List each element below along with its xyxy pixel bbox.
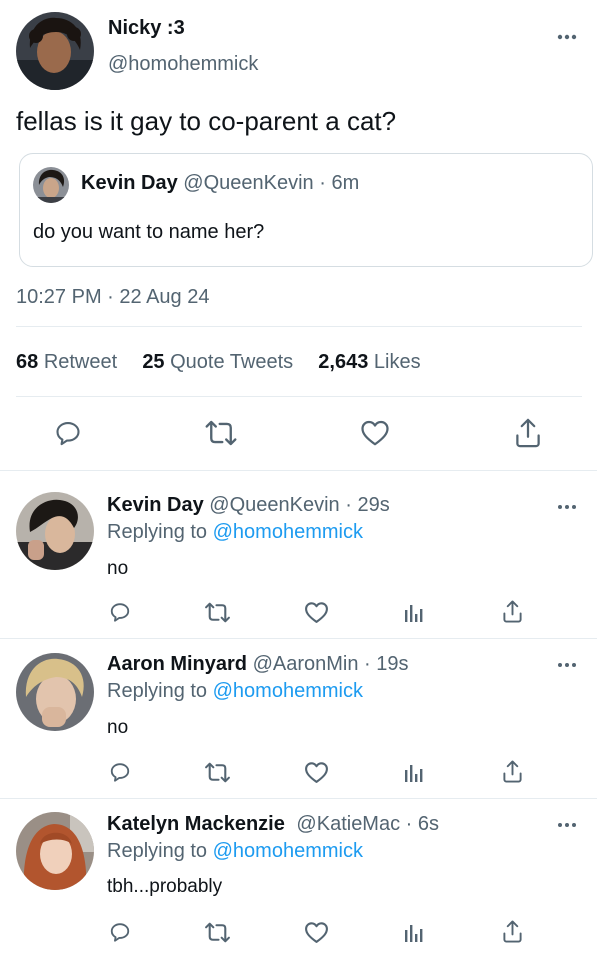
replying-to-label: Replying to — [107, 521, 208, 543]
retweets-count: 68 — [16, 351, 39, 373]
divider — [0, 470, 597, 471]
quoted-time: 6m — [331, 172, 360, 194]
reply-dot-separator: · — [358, 653, 377, 675]
main-author-name[interactable]: Nicky :3 — [108, 17, 185, 40]
share-icon[interactable] — [502, 760, 523, 783]
reply-icon[interactable] — [53, 419, 83, 447]
main-author-handle[interactable]: @homohemmick — [108, 53, 258, 76]
reply-author-handle[interactable]: @AaronMin — [253, 653, 359, 675]
tweet-timestamp[interactable]: 10:27 PM · 22 Aug 24 — [16, 286, 209, 309]
replying-to-handle[interactable]: @homohemmick — [213, 840, 363, 862]
like-icon[interactable] — [304, 921, 329, 944]
reply-author-avatar[interactable] — [16, 653, 94, 731]
quotes-stat[interactable]: 25 Quote Tweets — [142, 351, 293, 373]
reply-author-handle[interactable]: @QueenKevin — [209, 494, 339, 516]
divider — [16, 396, 582, 397]
more-options-icon[interactable] — [556, 661, 578, 669]
retweets-stat[interactable]: 68 Retweet — [16, 351, 117, 373]
share-icon[interactable] — [502, 920, 523, 943]
likes-count: 2,643 — [318, 351, 369, 373]
share-icon[interactable] — [502, 600, 523, 623]
replying-to-handle[interactable]: @homohemmick — [213, 680, 363, 702]
reply-text: no — [107, 558, 129, 579]
reply-icon[interactable] — [108, 601, 132, 623]
reply-time[interactable]: 6s — [418, 813, 439, 835]
retweets-label: Retweet — [43, 351, 118, 373]
retweet-icon[interactable] — [204, 420, 238, 446]
like-icon[interactable] — [360, 419, 390, 447]
divider — [16, 326, 582, 327]
main-author-avatar[interactable] — [16, 12, 94, 90]
reply-time[interactable]: 19s — [376, 653, 408, 675]
quoted-author-avatar — [33, 167, 69, 203]
main-tweet-text: fellas is it gay to co-parent a cat? — [16, 106, 397, 136]
reply-text: tbh...probably — [107, 876, 223, 897]
likes-label: Likes — [373, 351, 421, 373]
replying-to-label: Replying to — [107, 840, 208, 862]
analytics-icon[interactable] — [404, 921, 424, 943]
quoted-dot-separator: · — [313, 172, 332, 194]
like-icon[interactable] — [304, 761, 329, 784]
reply-author-name[interactable]: Kevin Day — [107, 494, 204, 516]
reply-time[interactable]: 29s — [357, 494, 389, 516]
reply-author-avatar[interactable] — [16, 492, 94, 570]
retweet-icon[interactable] — [204, 602, 231, 623]
retweet-icon[interactable] — [204, 922, 231, 943]
likes-stat[interactable]: 2,643 Likes — [318, 351, 420, 373]
quotes-label: Quote Tweets — [170, 351, 294, 373]
retweet-icon[interactable] — [204, 762, 231, 783]
reply-dot-separator: · — [339, 494, 358, 516]
quotes-count: 25 — [142, 351, 165, 373]
reply-author-avatar[interactable] — [16, 812, 94, 890]
replying-to-label: Replying to — [107, 680, 208, 702]
reply-icon[interactable] — [108, 921, 132, 943]
divider — [0, 798, 597, 799]
quoted-author-name: Kevin Day — [81, 172, 178, 194]
more-options-icon[interactable] — [556, 33, 578, 41]
quoted-author-handle: @QueenKevin — [183, 172, 314, 194]
quoted-tweet-text: do you want to name her? — [33, 221, 265, 243]
reply-author-name[interactable]: Katelyn Mackenzie — [107, 813, 285, 835]
share-icon[interactable] — [514, 418, 542, 448]
divider — [0, 638, 597, 639]
quoted-tweet-card[interactable]: Kevin Day @QueenKevin · 6m do you want t… — [19, 153, 593, 267]
reply-author-name[interactable]: Aaron Minyard — [107, 653, 247, 675]
replying-to-handle[interactable]: @homohemmick — [213, 521, 363, 543]
reply-icon[interactable] — [108, 761, 132, 783]
reply-author-handle[interactable]: @KatieMac — [296, 813, 400, 835]
analytics-icon[interactable] — [404, 761, 424, 783]
like-icon[interactable] — [304, 601, 329, 624]
analytics-icon[interactable] — [404, 601, 424, 623]
more-options-icon[interactable] — [556, 821, 578, 829]
tweet-stats: 68 Retweet 25 Quote Tweets 2,643 Likes — [16, 351, 421, 374]
reply-dot-separator: · — [400, 813, 418, 835]
reply-text: no — [107, 717, 129, 738]
more-options-icon[interactable] — [556, 503, 578, 511]
